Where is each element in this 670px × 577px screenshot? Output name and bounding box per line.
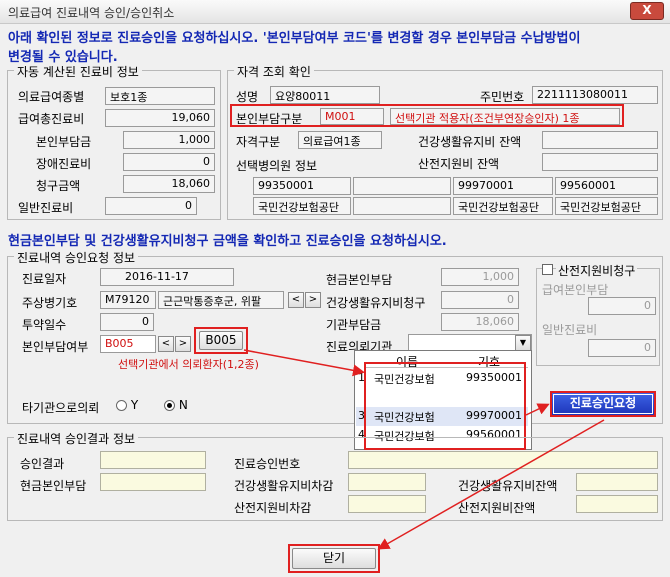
- arrow-to-close: [377, 419, 605, 550]
- arrow-to-dropdown: [243, 349, 365, 377]
- arrow-to-request: [525, 403, 550, 416]
- annotation-arrows: [243, 349, 605, 550]
